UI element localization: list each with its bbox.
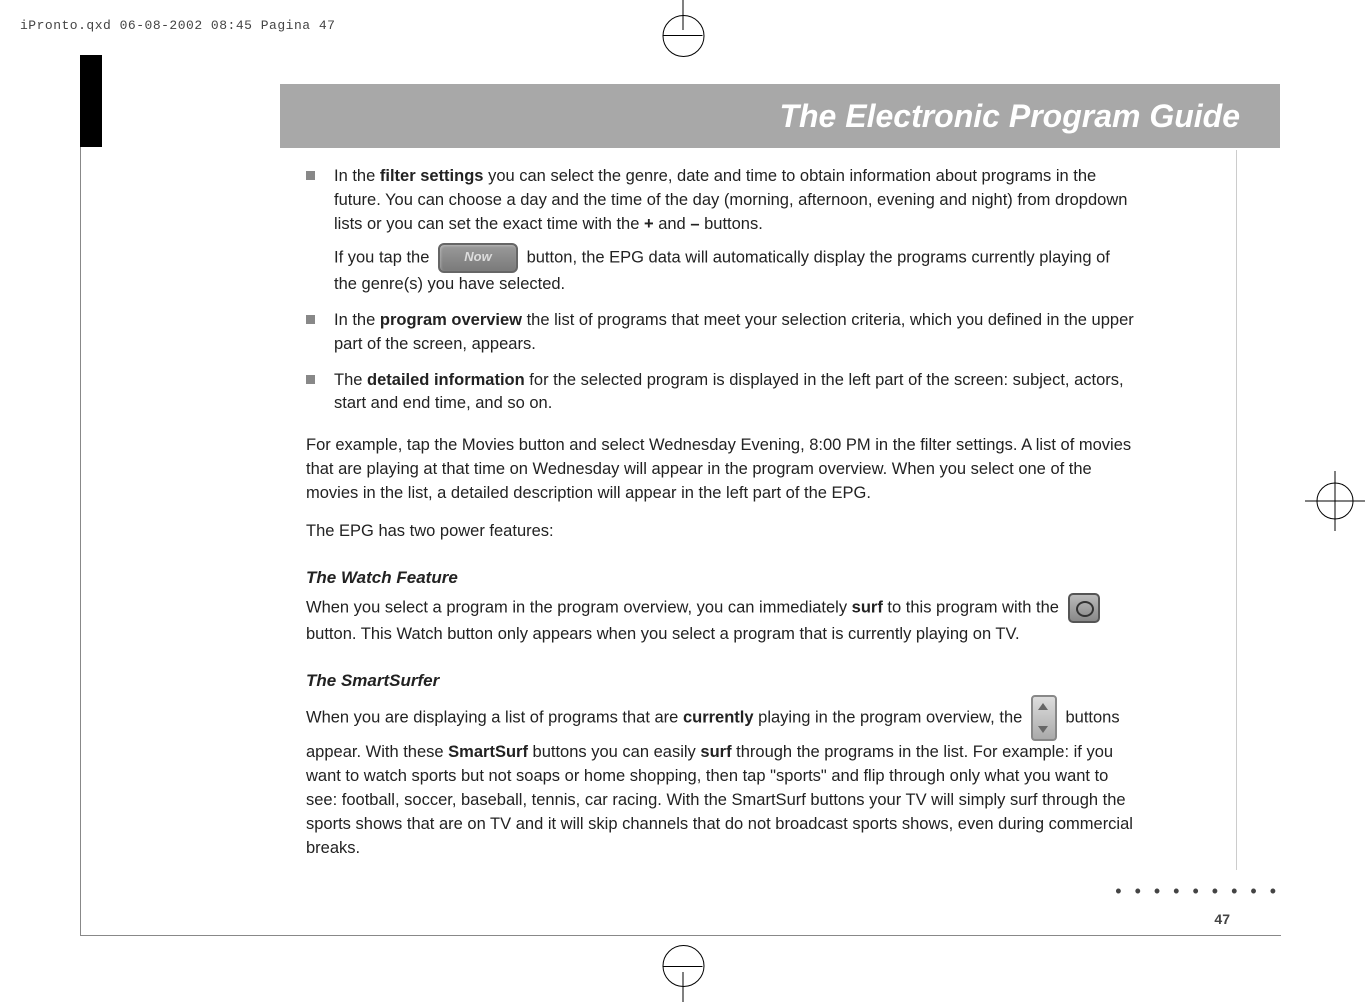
bold-text: filter settings bbox=[380, 167, 484, 185]
text: The bbox=[334, 371, 367, 389]
text: When you select a program in the program… bbox=[306, 598, 852, 616]
watch-button-icon bbox=[1068, 593, 1100, 623]
crop-mark-right bbox=[1305, 471, 1365, 531]
list-item: In the program overview the list of prog… bbox=[306, 309, 1136, 357]
text: and bbox=[654, 215, 691, 233]
text: button. This Watch button only appears w… bbox=[306, 625, 1020, 643]
text: When you are displaying a list of progra… bbox=[306, 709, 683, 727]
text: In the bbox=[334, 311, 380, 329]
list-item: The detailed information for the selecte… bbox=[306, 369, 1136, 417]
minus-symbol: – bbox=[690, 215, 699, 233]
content-divider bbox=[1236, 150, 1237, 870]
text: In the bbox=[334, 167, 380, 185]
smartsurfer-title: The SmartSurfer bbox=[306, 669, 1136, 694]
bold-text: surf bbox=[700, 743, 731, 761]
page-title: The Electronic Program Guide bbox=[779, 98, 1240, 135]
bold-text: program overview bbox=[380, 311, 522, 329]
text: to this program with the bbox=[883, 598, 1064, 616]
crop-mark-bottom bbox=[682, 972, 683, 1002]
bold-text: surf bbox=[852, 598, 883, 616]
text: playing in the program overview, the bbox=[754, 709, 1027, 727]
decorative-dots: • • • • • • • • • bbox=[1115, 881, 1280, 902]
bold-text: SmartSurf bbox=[448, 743, 528, 761]
now-button-icon: Now bbox=[438, 243, 518, 273]
feature-list: In the filter settings you can select th… bbox=[306, 165, 1136, 416]
text: buttons. bbox=[700, 215, 763, 233]
bold-text: detailed information bbox=[367, 371, 525, 389]
watch-para: When you select a program in the program… bbox=[306, 593, 1136, 647]
bold-text: currently bbox=[683, 709, 754, 727]
page-number: 47 bbox=[1214, 911, 1230, 927]
title-banner: The Electronic Program Guide bbox=[280, 84, 1280, 148]
watch-title: The Watch Feature bbox=[306, 566, 1136, 591]
list-item: In the filter settings you can select th… bbox=[306, 165, 1136, 297]
text: If you tap the bbox=[334, 248, 434, 266]
plus-symbol: + bbox=[644, 215, 654, 233]
content-area: In the filter settings you can select th… bbox=[306, 165, 1136, 875]
margin-tab bbox=[80, 55, 102, 147]
print-header: iPronto.qxd 06-08-2002 08:45 Pagina 47 bbox=[20, 18, 335, 33]
power-features-intro: The EPG has two power features: bbox=[306, 520, 1136, 544]
example-para: For example, tap the Movies button and s… bbox=[306, 434, 1136, 506]
smartsurf-button-icon bbox=[1031, 695, 1057, 741]
text: buttons you can easily bbox=[528, 743, 700, 761]
crop-mark-top bbox=[682, 0, 683, 30]
smartsurfer-para: When you are displaying a list of progra… bbox=[306, 695, 1136, 861]
